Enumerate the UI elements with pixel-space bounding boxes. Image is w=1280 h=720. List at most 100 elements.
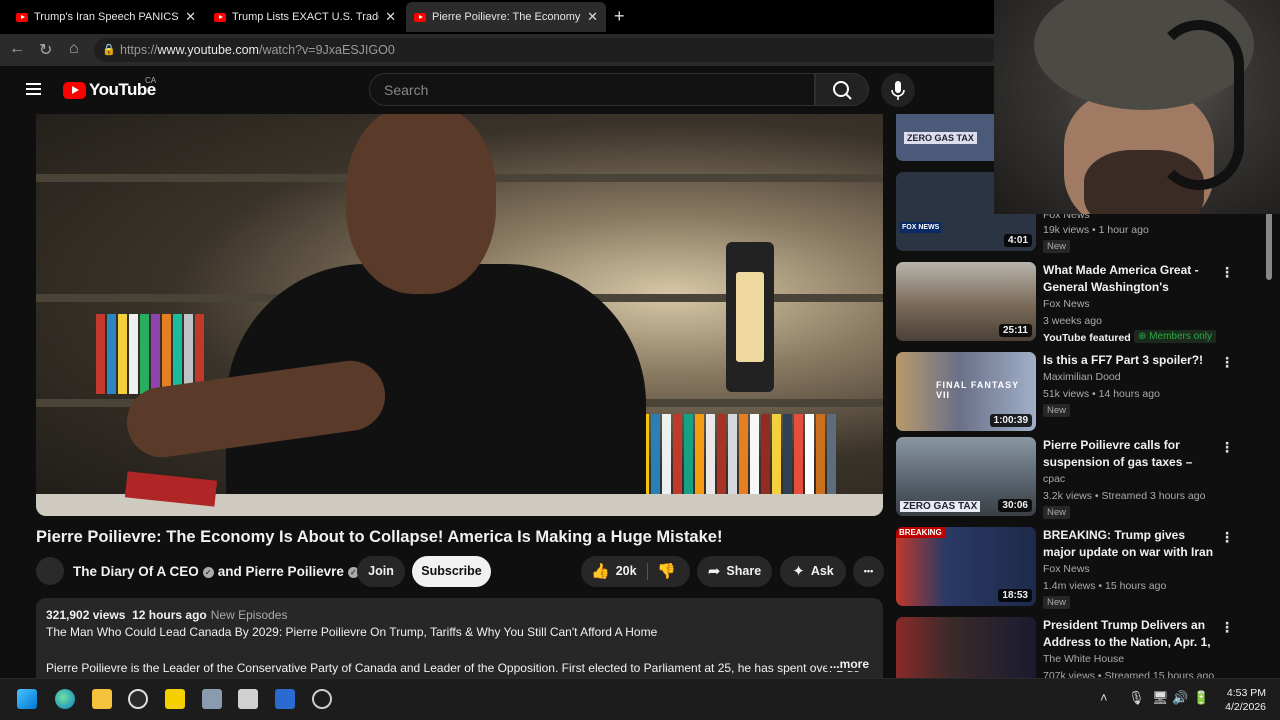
video-duration: 25:11 [998, 324, 1032, 337]
network-icon[interactable]: 🖥 [1152, 690, 1169, 706]
divider [647, 563, 648, 580]
tab-title: Pierre Poilievre: The Economy Is Ab [432, 11, 581, 23]
calculator-icon[interactable] [202, 689, 222, 709]
list-item[interactable]: President Trump Delivers an Address to t… [896, 617, 1268, 678]
start-windows-icon[interactable] [17, 689, 37, 709]
close-icon[interactable]: ✕ [385, 9, 396, 25]
description-line: The Man Who Could Lead Canada By 2029: P… [46, 625, 658, 639]
description-box[interactable]: 321,902 views 12 hours ago New Episodes T… [36, 598, 883, 688]
more-options-icon[interactable]: ⋮ [1220, 619, 1234, 636]
more-options-icon[interactable]: ⋮ [1220, 354, 1234, 371]
site-info-icon[interactable]: 🔒 [102, 38, 116, 62]
list-item[interactable]: 25:11 What Made America Great - General … [896, 262, 1268, 352]
sticky-notes-icon[interactable] [165, 689, 185, 709]
media-player-icon[interactable] [128, 689, 148, 709]
video-title[interactable]: Is this a FF7 Part 3 spoiler?! [1043, 352, 1215, 369]
verified-icon: ✓ [202, 566, 214, 578]
home-icon[interactable]: ⌂ [69, 40, 79, 58]
channel-name[interactable]: cpac [1043, 473, 1065, 485]
video-thumbnail[interactable]: FINAL FANTASY VII 1:00:39 [896, 352, 1036, 431]
taskbar-clock[interactable]: 4:53 PM 4/2/2026 [1222, 686, 1266, 714]
chevron-up-icon[interactable]: ˄ [1100, 690, 1108, 705]
new-tab-button[interactable]: + [614, 6, 625, 27]
more-options-icon[interactable]: ⋮ [1220, 264, 1234, 281]
members-only-badge: ⊕ Members only [1134, 330, 1216, 343]
video-title[interactable]: President Trump Delivers an Address to t… [1043, 617, 1215, 651]
close-icon[interactable]: ✕ [587, 9, 598, 25]
more-options-icon[interactable]: ⋮ [1220, 529, 1234, 546]
video-title[interactable]: BREAKING: Trump gives major update on wa… [1043, 527, 1215, 561]
more-actions-button[interactable]: ••• [853, 556, 884, 587]
share-button[interactable]: ➦ Share [697, 556, 772, 587]
close-icon[interactable]: ✕ [185, 9, 196, 25]
hashtag-link[interactable]: New Episodes [211, 608, 288, 622]
video-stats: 19k views • 1 hour ago [1043, 224, 1149, 236]
channel-name[interactable]: The Diary Of A CEO ✓ and Pierre Poilievre ✓ [73, 564, 363, 579]
tab-trump-trade[interactable]: Trump Lists EXACT U.S. Trade Deal ✕ [206, 2, 404, 32]
channel-name[interactable]: Fox News [1043, 563, 1090, 575]
video-thumbnail[interactable]: 25:11 [896, 262, 1036, 341]
url-field[interactable]: 🔒 https://www.youtube.com/watch?v=9JxaES… [94, 38, 1000, 62]
search-input[interactable] [370, 74, 814, 105]
tab-title: Trump Lists EXACT U.S. Trade Deal [232, 11, 379, 23]
collab-channel[interactable]: and Pierre Poilievre [218, 564, 344, 579]
join-button[interactable]: Join [357, 556, 405, 587]
channel-name[interactable]: Maximilian Dood [1043, 371, 1121, 383]
list-item[interactable]: FINAL FANTASY VII 1:00:39 Is this a FF7 … [896, 352, 1268, 434]
video-thumbnail[interactable]: ZERO GAS TAX 30:06 [896, 437, 1036, 516]
file-explorer-icon[interactable] [92, 689, 112, 709]
back-arrow-icon[interactable]: ← [9, 40, 25, 58]
search-box[interactable] [369, 73, 815, 106]
edge-browser-icon[interactable] [55, 689, 75, 709]
app-icon[interactable] [275, 689, 295, 709]
video-stats: 51k views • 14 hours ago [1043, 388, 1160, 400]
channel-name[interactable]: The White House [1043, 653, 1124, 665]
battery-icon[interactable]: 🔋 [1193, 690, 1209, 706]
description-meta: 321,902 views 12 hours ago New Episodes [46, 608, 873, 622]
channel-link[interactable]: The Diary Of A CEO [73, 564, 199, 579]
thumbs-down-icon[interactable]: 👎 [657, 556, 676, 587]
clock-date: 4/2/2026 [1225, 701, 1266, 713]
clock-time: 4:53 PM [1226, 687, 1266, 699]
show-more-link[interactable]: ...more [826, 657, 869, 671]
video-player[interactable] [36, 114, 883, 516]
microphone-icon[interactable]: 🎙 [1128, 690, 1145, 706]
upload-age: 12 hours ago [132, 608, 207, 622]
youtube-favicon-icon [414, 12, 426, 22]
voice-search-button[interactable] [881, 73, 915, 107]
video-stats: 3.2k views • Streamed 3 hours ago [1043, 490, 1206, 502]
video-title: Pierre Poilievre: The Economy Is About t… [36, 528, 723, 546]
menu-icon[interactable] [26, 83, 41, 95]
video-duration: 18:53 [998, 589, 1032, 602]
volume-icon[interactable]: 🔊 [1172, 690, 1188, 706]
subscribe-button[interactable]: Subscribe [412, 556, 491, 587]
new-badge: New [1043, 404, 1071, 417]
video-stats: 3 weeks ago [1043, 315, 1102, 327]
video-title[interactable]: What Made America Great - General Washin… [1043, 262, 1215, 296]
list-item[interactable]: ZERO GAS TAX 30:06 Pierre Poilievre call… [896, 437, 1268, 519]
thumbnail-text: FOX NEWS [900, 222, 942, 233]
video-duration: 4:01 [1003, 234, 1032, 247]
sidebar-scrollbar[interactable] [1266, 210, 1272, 280]
channel-avatar[interactable] [36, 557, 64, 585]
ask-button[interactable]: ✦ Ask [780, 556, 846, 587]
tab-trump-iran[interactable]: Trump's Iran Speech PANICS The M ✕ [8, 2, 204, 32]
list-item[interactable]: BREAKING 18:53 BREAKING: Trump gives maj… [896, 527, 1268, 609]
featured-label: YouTube featured [1043, 332, 1131, 344]
more-options-icon[interactable]: ⋮ [1220, 439, 1234, 456]
video-thumbnail[interactable] [896, 617, 1036, 678]
share-label: Share [726, 564, 762, 578]
video-title[interactable]: Pierre Poilievre calls for suspension of… [1043, 437, 1215, 471]
channel-name[interactable]: Fox News [1043, 298, 1090, 310]
chatgpt-icon[interactable] [312, 689, 332, 709]
snipping-tool-icon[interactable] [238, 689, 258, 709]
thumbs-up-icon[interactable]: 👍 [591, 563, 610, 580]
search-button[interactable] [815, 73, 869, 106]
reload-icon[interactable]: ↻ [39, 40, 52, 60]
description-line: Pierre Poilievre is the Leader of the Co… [46, 661, 860, 675]
video-thumbnail[interactable]: BREAKING 18:53 [896, 527, 1036, 606]
like-count[interactable]: 20k [616, 564, 637, 578]
youtube-logo[interactable]: YouTube CA [63, 76, 156, 100]
search-icon [833, 81, 852, 100]
tab-poilievre[interactable]: Pierre Poilievre: The Economy Is Ab ✕ [406, 2, 606, 32]
